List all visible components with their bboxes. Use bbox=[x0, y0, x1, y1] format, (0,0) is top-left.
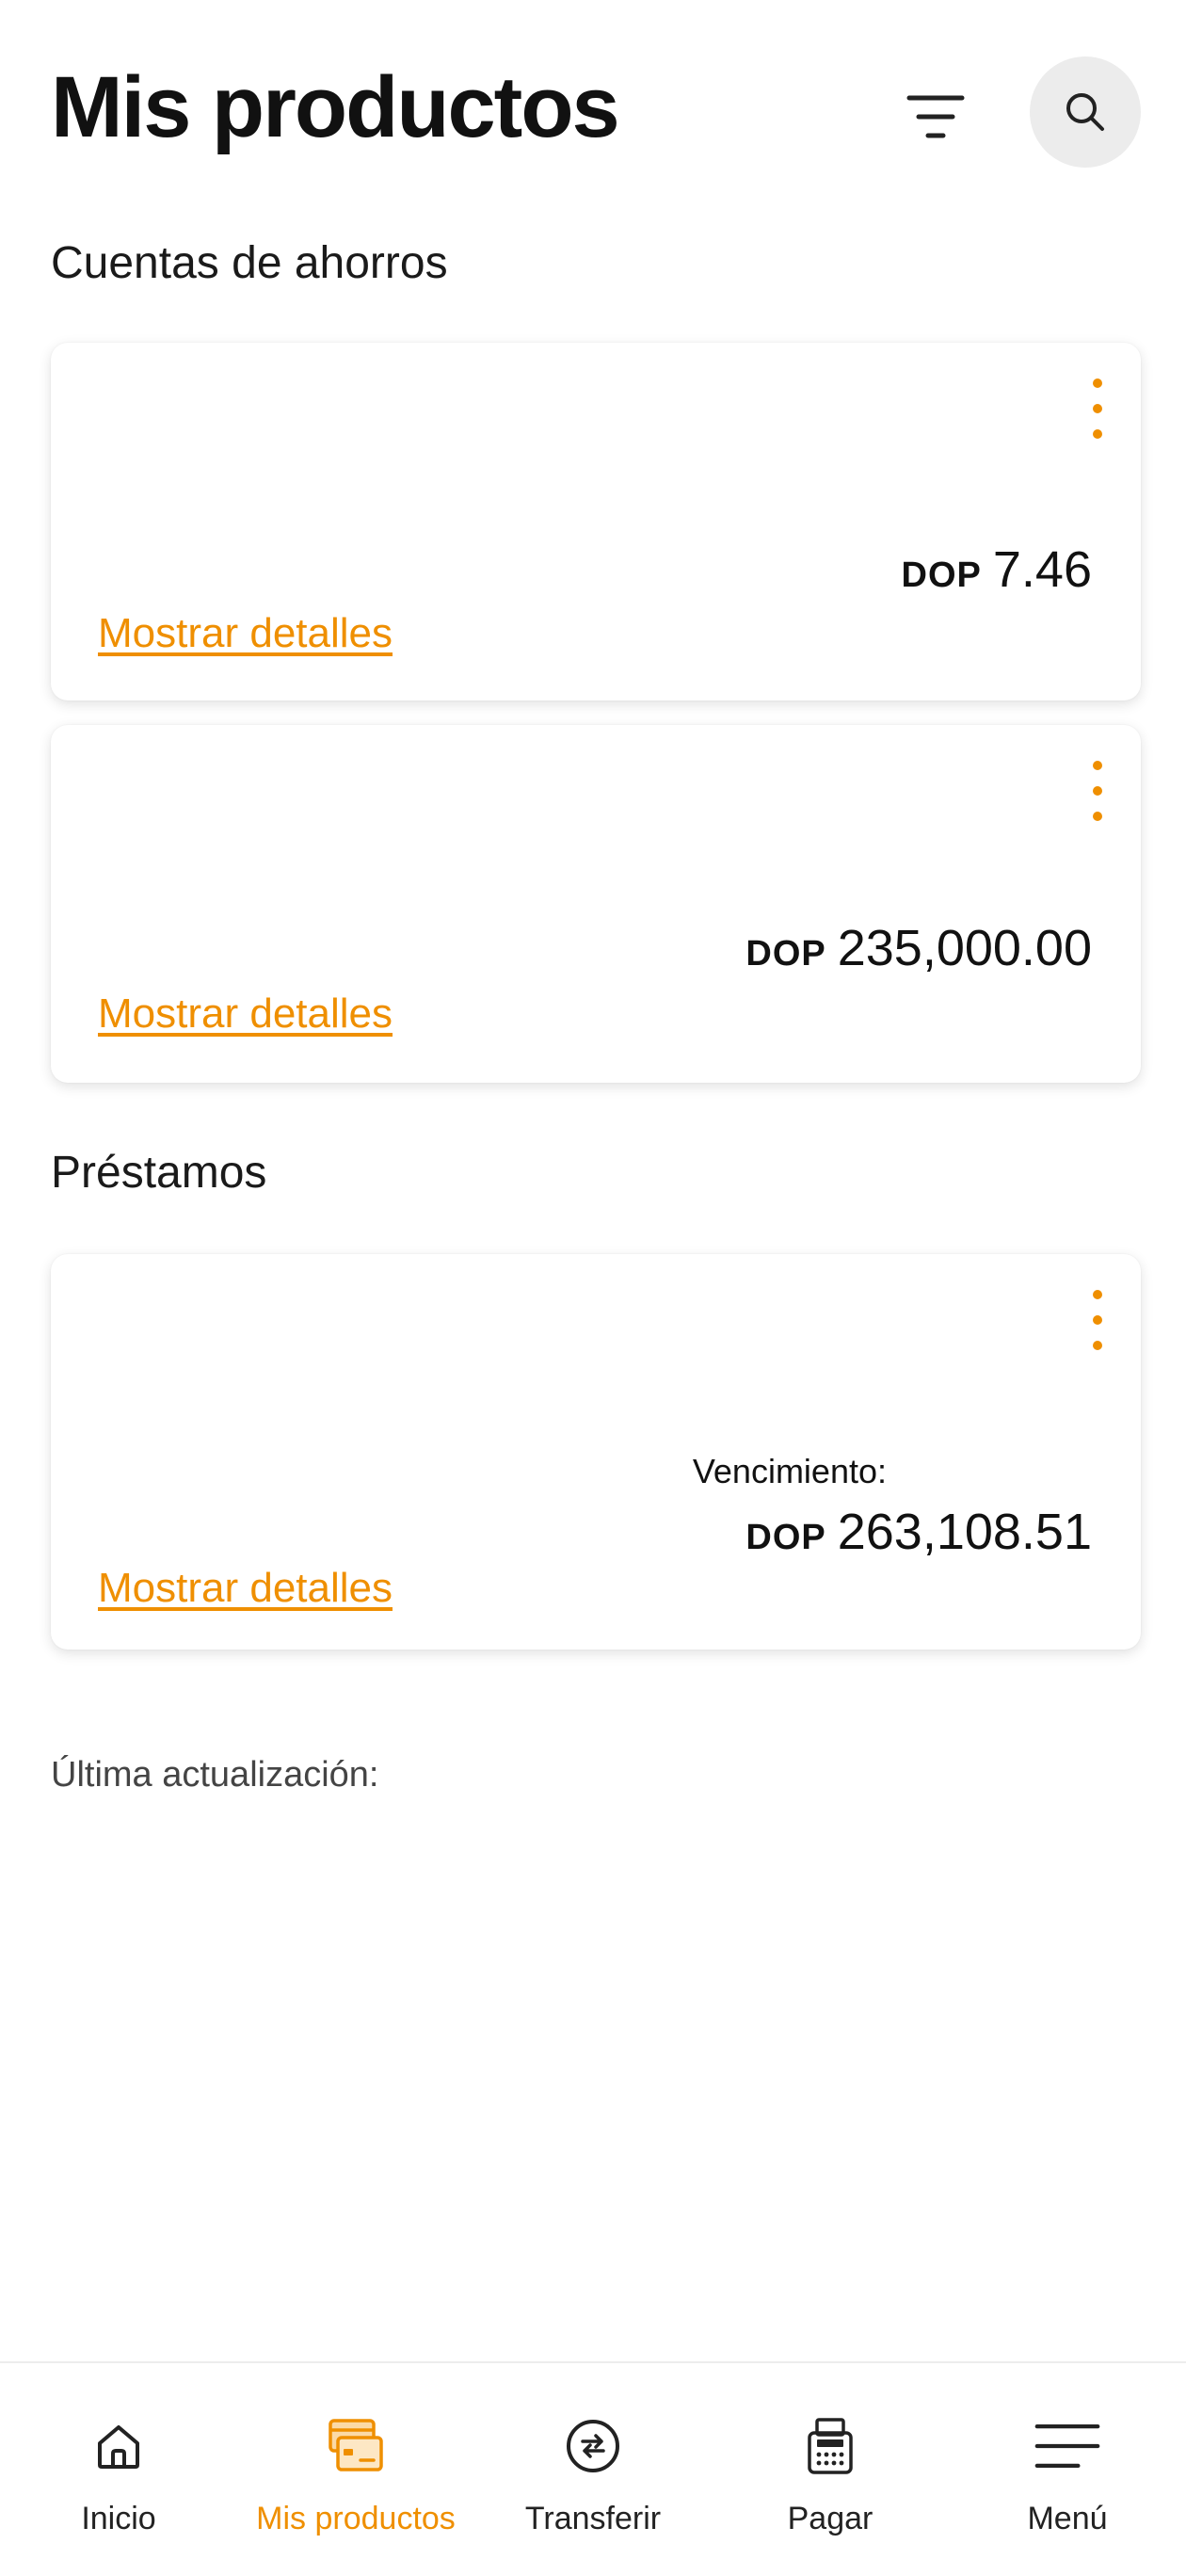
filter-button[interactable] bbox=[894, 75, 977, 158]
show-details-link[interactable]: Mostrar detalles bbox=[98, 990, 393, 1038]
account-balance: DOP 235,000.00 bbox=[745, 919, 1092, 977]
loan-amount: 263,108.51 bbox=[837, 1504, 1092, 1560]
last-update-text: Última actualización: bbox=[51, 1755, 379, 1795]
loan-card[interactable]: Vencimiento: DOP 263,108.51 Mostrar deta… bbox=[51, 1254, 1141, 1650]
nav-item-mis-productos[interactable]: Mis productos bbox=[237, 2363, 474, 2576]
more-options-icon[interactable] bbox=[1088, 761, 1107, 821]
nav-item-pagar[interactable]: Pagar bbox=[712, 2363, 949, 2576]
nav-label: Mis productos bbox=[256, 2501, 456, 2536]
more-options-icon[interactable] bbox=[1088, 1290, 1107, 1350]
account-balance: DOP 7.46 bbox=[902, 540, 1092, 599]
more-options-icon[interactable] bbox=[1088, 378, 1107, 439]
home-icon bbox=[85, 2412, 152, 2480]
loans-section-title: Préstamos bbox=[51, 1148, 267, 1198]
nav-label: Menú bbox=[1027, 2501, 1108, 2536]
balance-amount: 7.46 bbox=[992, 541, 1092, 598]
show-details-link[interactable]: Mostrar detalles bbox=[98, 610, 393, 657]
savings-account-card[interactable]: DOP 235,000.00 Mostrar detalles bbox=[51, 725, 1141, 1083]
my-products-screen: Mis productos Cuentas de ahorros DOP 7.4… bbox=[0, 0, 1186, 2576]
balance-amount: 235,000.00 bbox=[837, 920, 1092, 976]
pay-terminal-icon bbox=[796, 2412, 864, 2480]
loan-balance: DOP 263,108.51 bbox=[745, 1503, 1092, 1561]
nav-label: Inicio bbox=[81, 2501, 156, 2536]
nav-label: Transferir bbox=[524, 2501, 662, 2536]
nav-item-menu[interactable]: Menú bbox=[949, 2363, 1186, 2576]
nav-item-inicio[interactable]: Inicio bbox=[0, 2363, 237, 2576]
nav-item-transferir[interactable]: Transferir bbox=[474, 2363, 712, 2576]
menu-icon bbox=[1034, 2412, 1101, 2480]
nav-label: Pagar bbox=[787, 2501, 873, 2536]
filter-icon bbox=[906, 95, 965, 138]
currency-code: DOP bbox=[901, 555, 982, 595]
savings-account-card[interactable]: DOP 7.46 Mostrar detalles bbox=[51, 343, 1141, 700]
show-details-link[interactable]: Mostrar detalles bbox=[98, 1565, 393, 1612]
savings-section-title: Cuentas de ahorros bbox=[51, 238, 448, 288]
due-label: Vencimiento: bbox=[692, 1452, 887, 1490]
currency-code: DOP bbox=[745, 1518, 826, 1557]
transfer-icon bbox=[559, 2412, 627, 2480]
cards-icon bbox=[322, 2412, 390, 2480]
currency-code: DOP bbox=[745, 934, 826, 974]
search-icon bbox=[1066, 93, 1104, 131]
bottom-navigation: Inicio Mis productos Transferir Pagar Me… bbox=[0, 2361, 1186, 2576]
page-title: Mis productos bbox=[51, 59, 620, 155]
search-button[interactable] bbox=[1030, 56, 1141, 168]
